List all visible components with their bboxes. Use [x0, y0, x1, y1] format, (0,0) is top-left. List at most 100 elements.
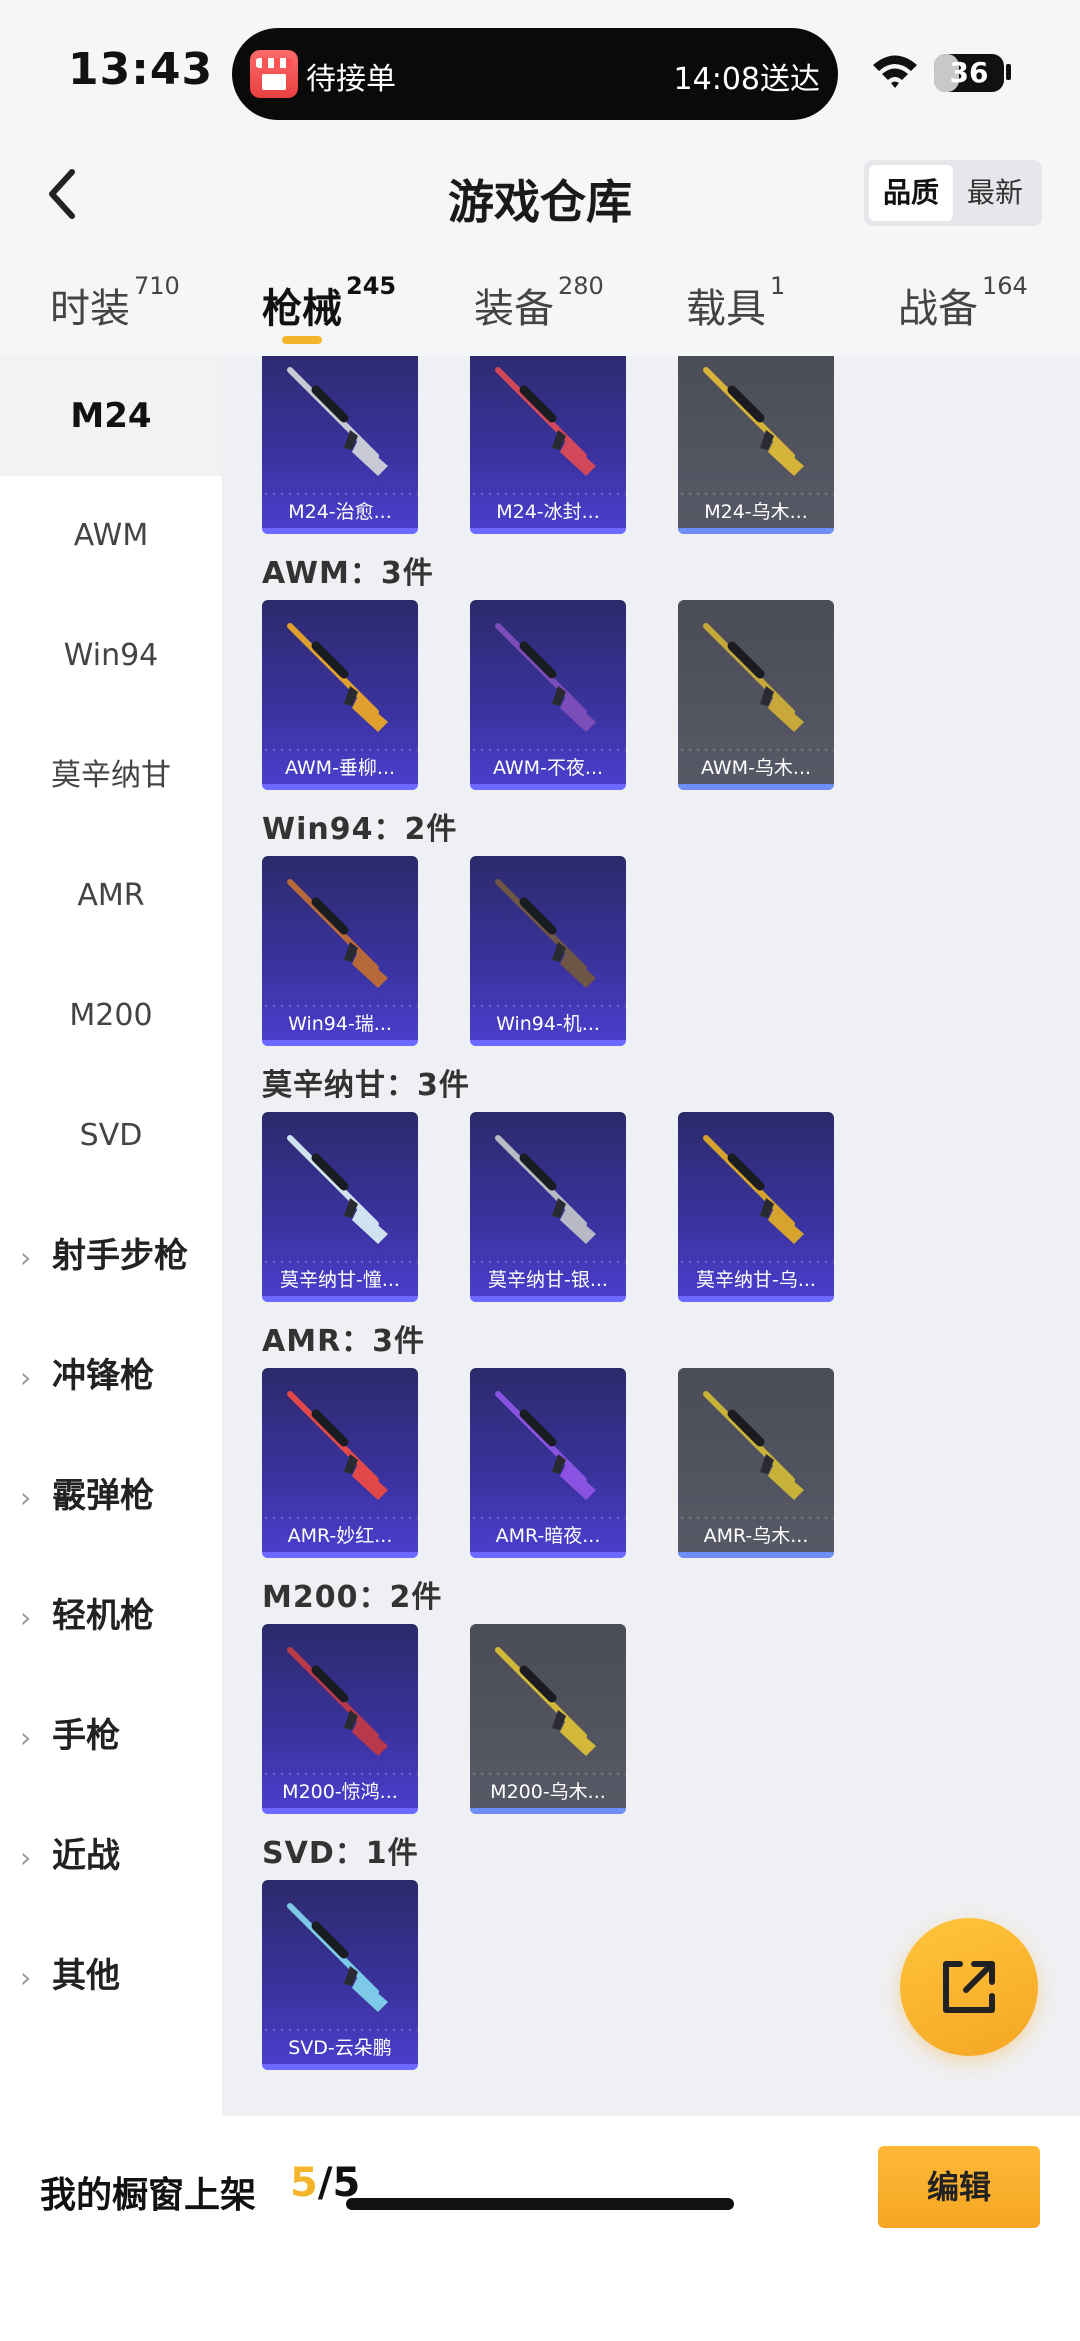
rifle-icon [287, 1647, 388, 1756]
weapon-card[interactable]: AMR-暗夜... [470, 1368, 626, 1558]
weapon-card[interactable]: M24-乌木... [678, 356, 834, 534]
chevron-right-icon: › [20, 1241, 32, 1274]
sidebar-group-label: 冲锋枪 [52, 1356, 154, 1396]
sidebar-group-lmg[interactable]: › 轻机枪 [20, 1556, 154, 1676]
chevron-right-icon: › [20, 1361, 32, 1394]
weapon-card-label: SVD-云朵鹏 [288, 2037, 392, 2059]
weapon-card[interactable]: AWM-垂柳... [262, 600, 418, 790]
weapon-card[interactable]: Win94-机... [470, 856, 626, 1046]
active-tab-indicator [282, 336, 322, 344]
rarity-bar [262, 1296, 418, 1302]
battery-tip [1006, 64, 1011, 80]
chevron-right-icon: › [20, 1961, 32, 1994]
weapon-card[interactable]: 莫辛纳甘-乌... [678, 1112, 834, 1302]
clock: 13:43 [68, 44, 214, 95]
weapon-card-label: M24-治愈... [288, 501, 392, 523]
category-tabs: 时装 710 枪械 245 装备 280 载具 1 战备 164 [0, 248, 1080, 356]
sidebar-item-m24[interactable]: M24 [0, 356, 222, 476]
sidebar-group-other[interactable]: › 其他 [20, 1916, 120, 2036]
weapon-card[interactable]: 莫辛纳甘-银... [470, 1112, 626, 1302]
weapon-card-label: AMR-暗夜... [495, 1525, 601, 1547]
tab-label: 装备 [474, 286, 554, 332]
rarity-bar [470, 1296, 626, 1302]
weapon-card[interactable]: AMR-妙红... [262, 1368, 418, 1558]
rifle-icon [495, 879, 596, 988]
weapon-card[interactable]: M24-冰封... [470, 356, 626, 534]
weapon-card[interactable]: M24-治愈... [262, 356, 418, 534]
sort-quality-option[interactable]: 品质 [869, 165, 953, 221]
sidebar-item-m200[interactable]: M200 [0, 956, 222, 1076]
weapon-card-label: 莫辛纳甘-憧... [280, 1269, 400, 1291]
rarity-bar [678, 1296, 834, 1302]
weapon-card-label: AWM-不夜... [492, 757, 604, 779]
rifle-icon [287, 367, 388, 476]
rifle-icon [703, 1391, 804, 1500]
sort-toggle[interactable]: 品质 最新 [864, 160, 1042, 226]
tab-count: 280 [558, 272, 604, 300]
weapon-card-label: Win94-机... [496, 1013, 600, 1035]
sidebar-item-svd[interactable]: SVD [0, 1076, 222, 1196]
weapon-card-label: M200-乌木... [490, 1781, 606, 1803]
share-button[interactable] [900, 1918, 1038, 2056]
status-bar: 13:43 待接单 14:08送达 36 [0, 0, 1080, 140]
chevron-right-icon: › [20, 1481, 32, 1514]
tab-equipment[interactable]: 装备 280 [474, 272, 604, 334]
weapon-card[interactable]: M200-乌木... [470, 1624, 626, 1814]
rifle-icon [495, 1647, 596, 1756]
tab-supplies[interactable]: 战备 164 [898, 272, 1028, 334]
sidebar-group-smg[interactable]: › 冲锋枪 [20, 1316, 154, 1436]
weapon-card[interactable]: AMR-乌木... [678, 1368, 834, 1558]
weapon-card-label: 莫辛纳甘-乌... [696, 1269, 816, 1291]
sort-newest-option[interactable]: 最新 [953, 165, 1037, 221]
weapon-card[interactable]: AWM-乌木... [678, 600, 834, 790]
rifle-icon [287, 623, 388, 732]
rifle-icon [287, 1391, 388, 1500]
sidebar-group-shotgun[interactable]: › 霰弹枪 [20, 1436, 154, 1556]
section-title: Win94：2件 [262, 812, 458, 847]
tab-count: 164 [982, 272, 1028, 300]
rarity-bar [262, 1808, 418, 1814]
rifle-icon [287, 1135, 388, 1244]
rarity-bar [470, 1808, 626, 1814]
sidebar-item-mosin[interactable]: 莫辛纳甘 [0, 716, 222, 836]
dynamic-island[interactable]: 待接单 14:08送达 [232, 28, 838, 120]
weapon-card[interactable]: SVD-云朵鹏 [262, 1880, 418, 2070]
weapon-card[interactable]: M200-惊鸿... [262, 1624, 418, 1814]
battery-percent: 36 [949, 56, 989, 89]
delivery-time: 14:08送达 [673, 62, 820, 97]
shop-icon [250, 50, 298, 98]
sidebar-group-label: 其他 [52, 1956, 120, 1996]
showcase-label: 我的橱窗上架 [40, 2175, 257, 2216]
battery-icon: 36 [934, 54, 1004, 92]
home-indicator [346, 2198, 734, 2210]
sidebar-group-marksman[interactable]: › 射手步枪 [20, 1196, 188, 1316]
sidebar-group-melee[interactable]: › 近战 [20, 1796, 120, 1916]
tab-fashion[interactable]: 时装 710 [50, 272, 180, 334]
rarity-bar [470, 1552, 626, 1558]
tab-label: 时装 [50, 286, 130, 332]
weapon-card[interactable]: Win94-瑞... [262, 856, 418, 1046]
rifle-icon [495, 1391, 596, 1500]
sidebar-group-label: 霰弹枪 [52, 1476, 154, 1516]
edit-button[interactable]: 编辑 [878, 2146, 1040, 2228]
tab-vehicles[interactable]: 载具 1 [686, 272, 785, 334]
sidebar-item-awm[interactable]: AWM [0, 476, 222, 596]
weapon-card[interactable]: 莫辛纳甘-憧... [262, 1112, 418, 1302]
weapon-card-label: M24-乌木... [704, 501, 808, 523]
section-title: AWM：3件 [262, 556, 434, 591]
tab-firearms[interactable]: 枪械 245 [262, 272, 396, 334]
sidebar-group-label: 近战 [52, 1836, 120, 1876]
wifi-icon [873, 55, 917, 88]
rifle-icon [495, 1135, 596, 1244]
weapon-card-label: M200-惊鸿... [282, 1781, 398, 1803]
sidebar-item-win94[interactable]: Win94 [0, 596, 222, 716]
rarity-bar [678, 1552, 834, 1558]
tab-label: 载具 [686, 286, 766, 332]
rarity-bar [262, 1040, 418, 1046]
sidebar-group-pistol[interactable]: › 手枪 [20, 1676, 120, 1796]
sidebar-item-amr[interactable]: AMR [0, 836, 222, 956]
showcase-bar: 我的橱窗上架 5/5 编辑 [0, 2116, 1080, 2341]
tab-count: 245 [346, 272, 397, 300]
rifle-icon [495, 367, 596, 476]
weapon-card[interactable]: AWM-不夜... [470, 600, 626, 790]
